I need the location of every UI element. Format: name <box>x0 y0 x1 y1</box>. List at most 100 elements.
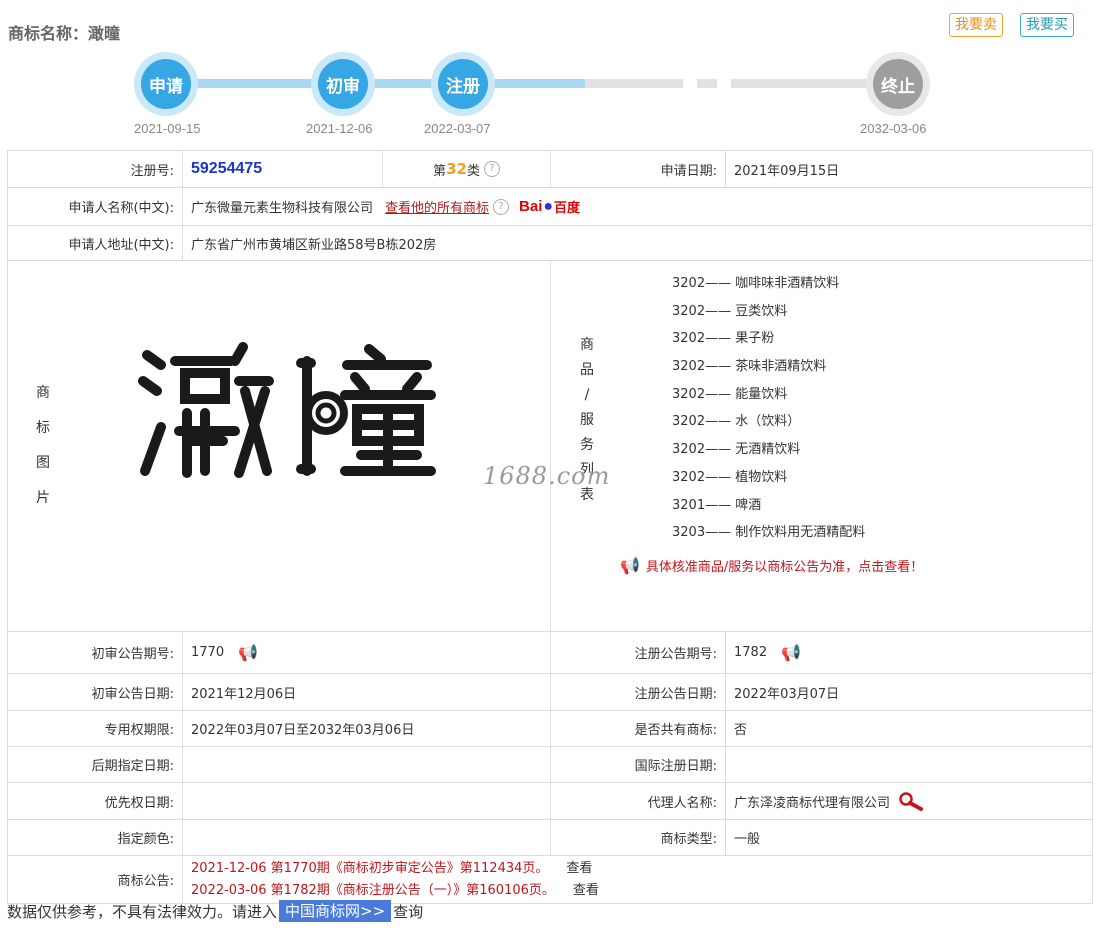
reg-no-value: 59254475 <box>191 160 263 177</box>
applicant-name: 广东微量元素生物科技有限公司 <box>191 201 374 216</box>
reg-pub-no-value: 1782 <box>734 645 768 660</box>
list-item: 3202—— 水（饮料） <box>672 414 801 430</box>
address-label: 申请人地址(中文): <box>8 226 183 260</box>
table-row: 注册号: 59254475 第 32 类? 申请日期: 2021年09月15日 <box>8 151 1092 188</box>
table-row: 商标公告: 2021-12-06 第1770期《商标初步审定公告》第112434… <box>8 856 1092 904</box>
type-label: 商标类型: <box>551 820 726 855</box>
footer-text: 数据仅供参考，不具有法律效力。请进入 <box>7 902 278 921</box>
search-icon[interactable] <box>898 791 924 811</box>
shared-value: 否 <box>734 723 748 738</box>
baidu-logo-cn: 百度 <box>554 200 581 215</box>
table-row: 优先权日期: 代理人名称: 广东泽凌商标代理有限公司 <box>8 783 1092 820</box>
help-icon[interactable]: ? <box>493 198 510 215</box>
priority-value <box>183 783 551 819</box>
timeline-step-terminate: 终止 <box>866 52 930 116</box>
timeline-step-register: 注册 <box>431 52 495 116</box>
trademark-detail-table: 注册号: 59254475 第 32 类? 申请日期: 2021年09月15日 申请… <box>7 150 1093 904</box>
reg-pub-no-cell: 1782 📢 <box>726 632 1092 673</box>
label-char: 商 <box>580 337 594 353</box>
priority-label: 优先权日期: <box>8 783 183 819</box>
label-char: 图 <box>36 455 50 471</box>
table-row: 申请人地址(中文): 广东省广州市黄埔区新业路58号B栋202房 <box>8 226 1092 261</box>
later-value <box>183 747 551 782</box>
list-item: 3202—— 咖啡味非酒精饮料 <box>672 276 840 291</box>
list-item: 3203—— 制作饮料用无酒精配料 <box>672 525 866 541</box>
exclusive-label: 专用权期限: <box>8 711 183 746</box>
megaphone-icon[interactable]: 📢 <box>238 643 258 662</box>
type-value: 一般 <box>734 832 761 847</box>
applicant-cell: 广东微量元素生物科技有限公司 查看他的所有商标 ? Bai ● 百度 <box>183 188 1092 225</box>
class-prefix: 第 <box>433 163 447 179</box>
timeline-gap <box>683 76 697 91</box>
all-marks-link[interactable]: 查看他的所有商标 <box>385 197 489 216</box>
goods-note[interactable]: 📢 具体核准商品/服务以商标公告为准，点击查看！ <box>620 556 923 575</box>
shared-label: 是否共有商标: <box>551 711 726 746</box>
prelim-date-value: 2021年12月06日 <box>183 674 551 710</box>
megaphone-icon[interactable]: 📢 <box>781 643 801 662</box>
trademark-site-link[interactable]: 中国商标网>> <box>279 900 392 922</box>
notice-view-link[interactable]: 查看 <box>573 883 599 898</box>
timeline-step-label: 注册 <box>438 59 488 109</box>
table-row: 初审公告日期: 2021年12月06日 注册公告日期: 2022年03月07日 <box>8 674 1092 711</box>
mark-image-cell: 商 标 图 片 <box>8 261 551 631</box>
timeline-track-pending <box>585 79 897 88</box>
class-number: 32 <box>446 160 467 178</box>
agent-value: 广东泽凌商标代理有限公司 <box>734 795 891 811</box>
list-item: 3202—— 豆类饮料 <box>672 303 788 319</box>
table-row: 后期指定日期: 国际注册日期: <box>8 747 1092 783</box>
list-item: 3202—— 能量饮料 <box>672 386 788 402</box>
apply-date-label: 申请日期: <box>551 151 726 187</box>
intl-value <box>726 747 1092 782</box>
table-row: 指定颜色: 商标类型: 一般 <box>8 820 1092 856</box>
reg-no-cell: 59254475 <box>183 151 383 187</box>
timeline-date: 2022-03-07 <box>424 121 491 136</box>
help-icon[interactable]: ? <box>483 161 500 177</box>
table-row: 申请人名称(中文): 广东微量元素生物科技有限公司 查看他的所有商标 ? Bai… <box>8 188 1092 226</box>
timeline-step-prelim: 初审 <box>311 52 375 116</box>
list-item: 3202—— 植物饮料 <box>672 469 788 485</box>
page-title: 商标名称：澉曈 <box>8 24 121 43</box>
notice-list: 2021-12-06 第1770期《商标初步审定公告》第112434页。 查看 2… <box>183 856 1092 903</box>
prelim-no-cell: 1770 📢 <box>183 632 551 673</box>
label-char: 商 <box>36 385 50 401</box>
apply-date-value: 2021年09月15日 <box>734 163 840 179</box>
baidu-logo[interactable]: Bai ● 百度 <box>519 197 580 216</box>
table-row: 初审公告期号: 1770 📢 注册公告期号: 1782 📢 <box>8 632 1092 674</box>
intl-label: 国际注册日期: <box>551 747 726 782</box>
later-label: 后期指定日期: <box>8 747 183 782</box>
list-item: 2022-03-06 第1782期《商标注册公告（一）》第160106页。 查看 <box>191 880 599 902</box>
reg-pub-date-value: 2022年03月07日 <box>734 686 840 702</box>
reg-pub-no-label: 注册公告期号: <box>551 632 726 673</box>
timeline-track-complete <box>165 79 585 88</box>
agent-label: 代理人名称: <box>551 783 726 819</box>
applicant-label: 申请人名称(中文): <box>8 188 183 225</box>
label-char: 务 <box>580 437 594 453</box>
prelim-no-label: 初审公告期号: <box>8 632 183 673</box>
list-item: 3202—— 茶味非酒精饮料 <box>672 359 827 375</box>
buy-button[interactable]: 我要买 <box>1020 13 1074 37</box>
address-value: 广东省广州市黄埔区新业路58号B栋202房 <box>191 237 437 253</box>
goods-note-text: 具体核准商品/服务以商标公告为准，点击查看！ <box>645 560 924 575</box>
reg-no-label: 注册号: <box>8 151 183 187</box>
trademark-logo <box>138 342 436 478</box>
list-item: 3201—— 啤酒 <box>672 497 762 513</box>
paw-icon: ● <box>543 197 554 215</box>
label-char: 片 <box>36 490 50 506</box>
class-suffix: 类 <box>466 163 480 179</box>
notice-text: 2021-12-06 第1770期《商标初步审定公告》第112434页。 <box>191 860 549 876</box>
timeline-date: 2021-09-15 <box>134 121 201 136</box>
sell-button[interactable]: 我要卖 <box>949 13 1003 37</box>
megaphone-icon: 📢 <box>620 556 640 575</box>
timeline-step-label: 终止 <box>873 59 923 109</box>
mark-goods-row: 商 标 图 片 商 品 / 服 务 列 表 <box>8 261 1092 632</box>
footer-text-after: 查询 <box>393 902 424 921</box>
prelim-no-value: 1770 <box>191 645 225 660</box>
label-char: 标 <box>36 420 50 436</box>
label-char: / <box>584 387 590 403</box>
timeline-step-label: 初审 <box>318 59 368 109</box>
agent-cell: 广东泽凌商标代理有限公司 <box>726 783 1092 819</box>
timeline-date: 2032-03-06 <box>860 121 927 136</box>
reg-pub-date-label: 注册公告日期: <box>551 674 726 710</box>
watermark: 1688.com <box>483 462 611 490</box>
notice-view-link[interactable]: 查看 <box>566 861 592 876</box>
